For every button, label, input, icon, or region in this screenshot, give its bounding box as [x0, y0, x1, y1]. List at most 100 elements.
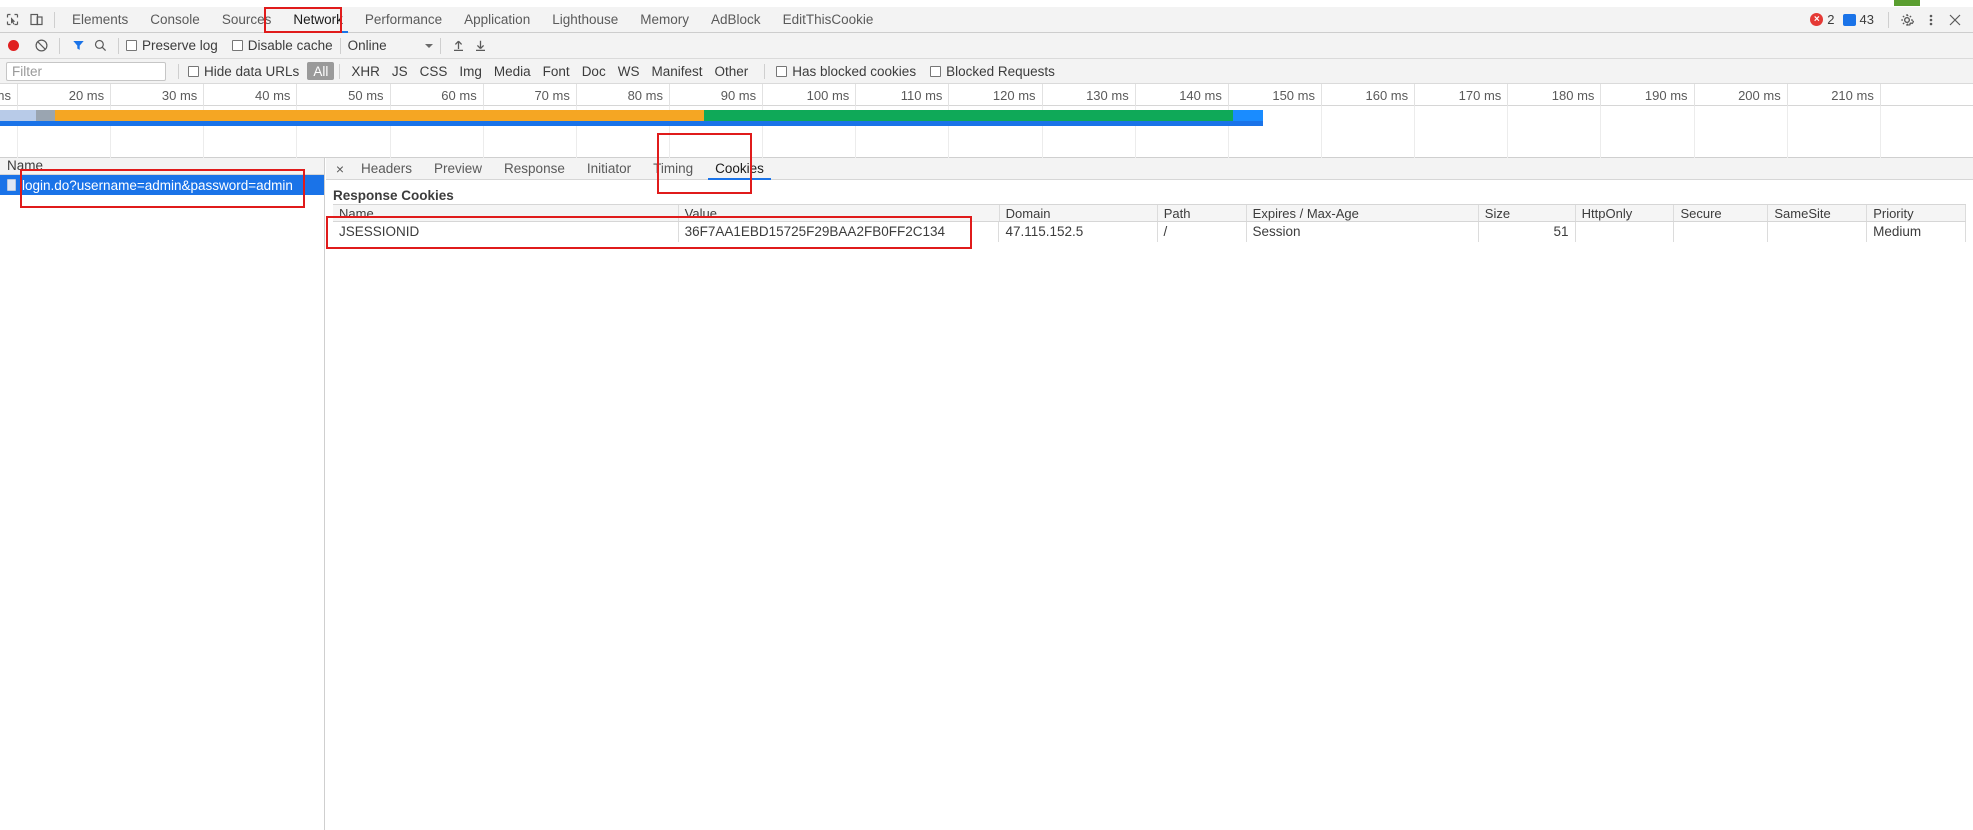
col-header-samesite[interactable]: SameSite: [1768, 205, 1868, 221]
overview-gridline: [1507, 106, 1509, 158]
ruler-tick-label: 10 ms: [0, 88, 11, 103]
cell-cookie-priority: Medium: [1867, 222, 1966, 242]
filter-type-doc[interactable]: Doc: [576, 62, 612, 80]
filter-type-css[interactable]: CSS: [414, 62, 454, 80]
cell-cookie-path: /: [1158, 222, 1247, 242]
error-count-label: 2: [1827, 12, 1835, 27]
ruler-tick-label: 140 ms: [1179, 88, 1222, 103]
ruler-tick: [1227, 84, 1229, 106]
tab-adblock[interactable]: AdBlock: [700, 7, 772, 33]
overview-gridline: [1600, 106, 1602, 158]
filter-type-ws[interactable]: WS: [612, 62, 646, 80]
detail-tab-preview-label: Preview: [434, 161, 483, 176]
table-row[interactable]: JSESSIONID 36F7AA1EBD15725F29BAA2FB0FF2C…: [333, 222, 1966, 242]
filter-type-img[interactable]: Img: [453, 62, 488, 80]
filter-input[interactable]: [6, 61, 166, 81]
record-dot-icon[interactable]: [8, 40, 19, 51]
tab-performance[interactable]: Performance: [354, 7, 453, 33]
cookies-table-header: Name Value Domain Path Expires / Max-Age…: [333, 204, 1967, 222]
filter-divider-1: [178, 63, 179, 79]
document-icon: [7, 179, 16, 191]
filter-type-js[interactable]: JS: [386, 62, 414, 80]
request-row-name: login.do?username=admin&password=admin: [22, 177, 293, 193]
ruler-tick: [203, 84, 205, 106]
message-count[interactable]: 43: [1842, 12, 1874, 27]
cell-cookie-name: JSESSIONID: [333, 222, 679, 242]
hide-data-urls-checkbox[interactable]: Hide data URLs: [188, 64, 299, 79]
has-blocked-cookies-checkbox[interactable]: Has blocked cookies: [776, 64, 916, 79]
filter-type-other[interactable]: Other: [708, 62, 754, 80]
overview-segment-content-download: [704, 110, 1234, 121]
ruler-tick: [1414, 84, 1416, 106]
tab-lighthouse[interactable]: Lighthouse: [541, 7, 629, 33]
ruler-tick: [17, 84, 18, 106]
col-header-domain[interactable]: Domain: [1000, 205, 1158, 221]
overview-request-underline: [0, 121, 1263, 126]
detail-tab-headers[interactable]: Headers: [350, 158, 423, 180]
blocked-requests-checkbox[interactable]: Blocked Requests: [930, 64, 1055, 79]
col-header-value[interactable]: Value: [679, 205, 1000, 221]
ruler-tick-label: 150 ms: [1272, 88, 1315, 103]
tab-sources[interactable]: Sources: [211, 7, 283, 33]
inspect-cursor-icon[interactable]: [0, 8, 24, 32]
request-detail-panel: × Headers Preview Response Initiator Tim…: [326, 158, 1973, 830]
more-vertical-icon[interactable]: [1919, 8, 1943, 32]
network-overview[interactable]: [0, 106, 1973, 158]
tabbar-right-divider: [1888, 11, 1889, 28]
tab-application[interactable]: Application: [453, 7, 541, 33]
detail-tab-cookies[interactable]: Cookies: [704, 158, 775, 180]
col-header-size[interactable]: Size: [1479, 205, 1576, 221]
tab-memory[interactable]: Memory: [629, 7, 700, 33]
device-toolbar-icon[interactable]: [24, 8, 48, 32]
has-blocked-cookies-label: Has blocked cookies: [792, 63, 917, 79]
timeline-ruler[interactable]: 10 ms 20 ms 30 ms 40 ms 50 ms 60 ms 70 ms 80 ms…: [0, 84, 1973, 106]
gear-icon[interactable]: [1895, 8, 1919, 32]
tab-elements[interactable]: Elements: [61, 7, 139, 33]
clear-circle-icon[interactable]: [30, 35, 52, 57]
detail-close-icon[interactable]: ×: [330, 159, 350, 179]
col-header-expires[interactable]: Expires / Max-Age: [1247, 205, 1479, 221]
filter-type-all[interactable]: All: [307, 62, 335, 80]
col-header-secure[interactable]: Secure: [1674, 205, 1769, 221]
filter-type-xhr[interactable]: XHR: [345, 62, 386, 80]
export-arrow-icon[interactable]: [470, 35, 492, 57]
detail-tabbar: × Headers Preview Response Initiator Tim…: [326, 158, 1973, 180]
filter-type-manifest[interactable]: Manifest: [645, 62, 708, 80]
col-header-httponly[interactable]: HttpOnly: [1576, 205, 1675, 221]
toolbar-divider-4: [439, 37, 441, 54]
detail-tab-response[interactable]: Response: [493, 158, 576, 180]
ruler-tick-label: 70 ms: [534, 88, 570, 103]
disable-cache-checkbox[interactable]: Disable cache: [231, 38, 333, 53]
filter-type-media[interactable]: Media: [488, 62, 537, 80]
toolbar-divider-3: [339, 37, 341, 54]
tab-adblock-label: AdBlock: [711, 12, 761, 27]
import-arrow-icon[interactable]: [448, 35, 470, 57]
ruler-tick-label: 120 ms: [992, 88, 1036, 103]
request-list-header[interactable]: Name: [0, 158, 324, 175]
cell-cookie-samesite: [1768, 222, 1868, 242]
tab-console[interactable]: Console: [139, 7, 211, 33]
tab-network[interactable]: Network: [282, 7, 354, 33]
tab-editthiscookie[interactable]: EditThisCookie: [772, 7, 885, 33]
ruler-tick-label: 130 ms: [1086, 88, 1129, 103]
col-header-name[interactable]: Name: [333, 205, 679, 221]
request-row-login[interactable]: login.do?username=admin&password=admin: [0, 175, 324, 195]
filter-type-font[interactable]: Font: [537, 62, 576, 80]
detail-tab-initiator[interactable]: Initiator: [576, 158, 642, 180]
error-count[interactable]: × 2: [1810, 12, 1835, 27]
overview-gridline: [1693, 106, 1695, 158]
close-icon[interactable]: [1943, 8, 1967, 32]
request-name-column-header: Name: [7, 158, 44, 173]
detail-tab-preview[interactable]: Preview: [423, 158, 493, 180]
col-header-path[interactable]: Path: [1158, 205, 1247, 221]
throttle-dropdown[interactable]: Online: [348, 38, 433, 53]
search-icon[interactable]: [89, 35, 111, 57]
preserve-log-checkbox[interactable]: Preserve log: [126, 38, 218, 53]
detail-tab-timing[interactable]: Timing: [642, 158, 704, 180]
blocked-requests-box: [930, 65, 942, 77]
ruler-tick: [1879, 84, 1881, 106]
funnel-icon[interactable]: [67, 35, 89, 57]
tabbar-right-group: × 2 43: [1810, 7, 1973, 33]
col-header-priority[interactable]: Priority: [1867, 205, 1967, 221]
blocked-requests-label: Blocked Requests: [946, 63, 1055, 79]
